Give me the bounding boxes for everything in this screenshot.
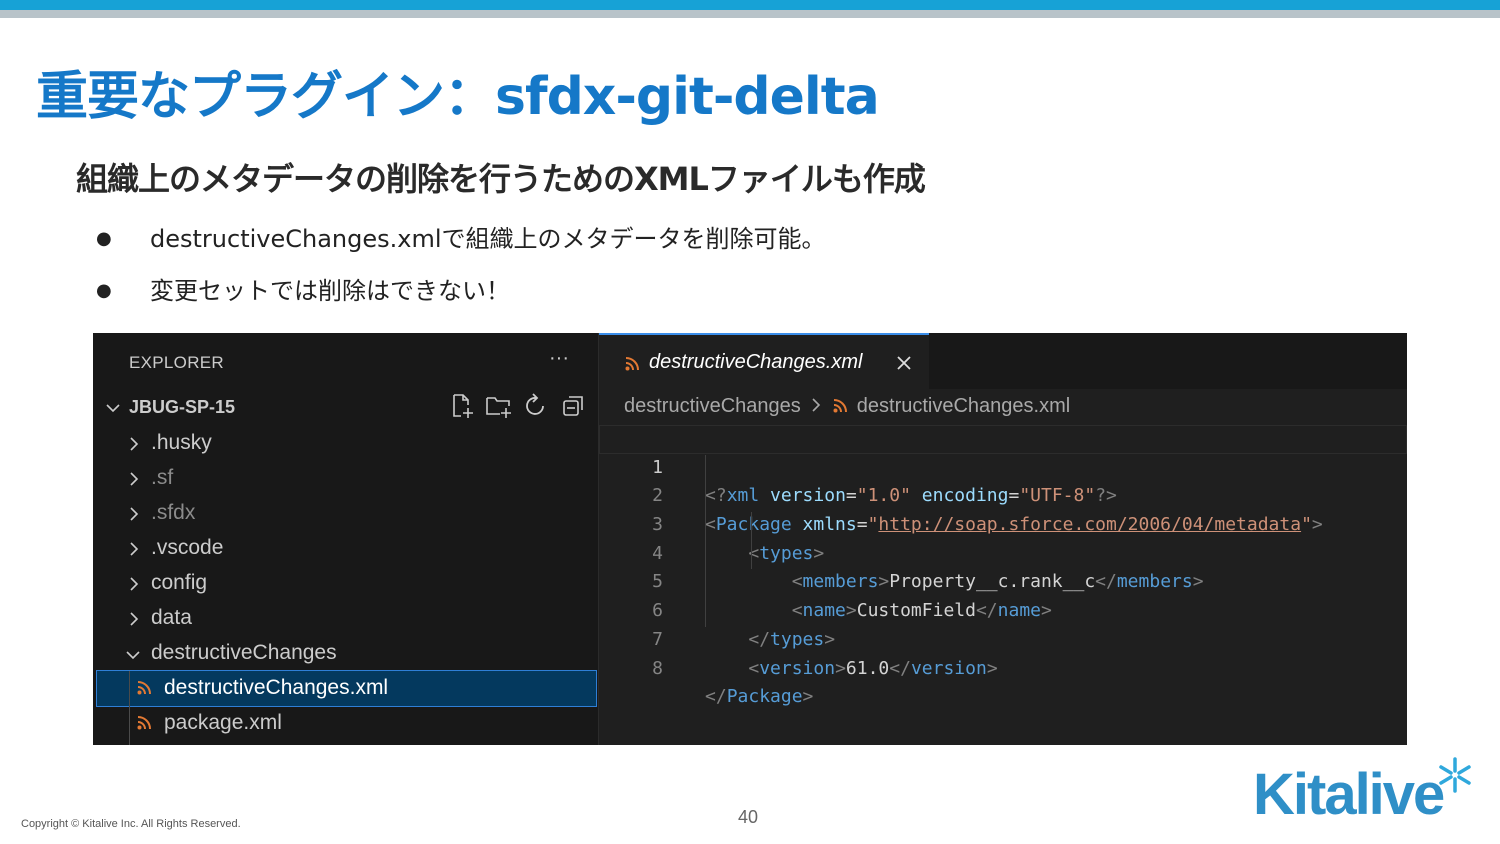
new-file-icon[interactable] bbox=[449, 393, 475, 419]
tree-item-label: .husky bbox=[151, 431, 212, 454]
code-line: 4 <members>Property__c.rank__c</members> bbox=[599, 511, 1407, 593]
code-line: 5 <name>CustomField</name> bbox=[599, 540, 1407, 621]
line-number: 8 bbox=[652, 657, 663, 679]
page-subtitle: 組織上のメタデータの削除を行うためのXMLファイルも作成 bbox=[76, 160, 926, 198]
chevron-right-icon bbox=[812, 398, 820, 412]
code-line: 1 <?xml version="1.0" encoding="UTF-8"?> bbox=[599, 425, 1407, 506]
top-gray-bar bbox=[0, 10, 1500, 18]
logo-text: Kitalive bbox=[1253, 762, 1445, 827]
refresh-icon[interactable] bbox=[523, 393, 549, 419]
new-folder-icon[interactable] bbox=[485, 393, 513, 419]
page-number: 40 bbox=[738, 807, 759, 827]
bullet-text: destructiveChanges.xmlで組織上のメタデータを削除可能。 bbox=[150, 225, 826, 253]
code-token: version bbox=[759, 657, 836, 679]
tree-item-label: package.xml bbox=[164, 711, 282, 734]
tree-item-label: .vscode bbox=[151, 536, 224, 559]
tree-item-husky[interactable]: .husky bbox=[93, 426, 598, 461]
copyright-text: Copyright © Kitalive Inc. All Rights Res… bbox=[21, 818, 241, 830]
collapse-all-icon[interactable] bbox=[561, 393, 587, 419]
code-line: 3 <types> bbox=[599, 482, 1407, 564]
tab-strip: destructiveChanges.xml bbox=[599, 333, 1407, 389]
bullet-list: ● destructiveChanges.xmlで組織上のメタデータを削除可能。 … bbox=[96, 222, 826, 326]
more-actions-button[interactable]: ··· bbox=[549, 347, 569, 370]
code-area[interactable]: 1 <?xml version="1.0" encoding="UTF-8"?>… bbox=[599, 425, 1407, 708]
breadcrumb: destructiveChanges destructiveChanges.xml bbox=[624, 395, 1070, 418]
tree-item-vscode[interactable]: .vscode bbox=[93, 531, 598, 566]
tree-item-data[interactable]: data bbox=[93, 601, 598, 636]
editor-pane: destructiveChanges.xml destructiveChange… bbox=[599, 333, 1407, 745]
code-token: version bbox=[910, 657, 987, 679]
tab-destructivechanges-xml[interactable]: destructiveChanges.xml bbox=[599, 333, 929, 389]
rss-xml-icon bbox=[137, 716, 151, 730]
code-line: 7 <version>61.0</version> bbox=[599, 597, 1407, 679]
project-header[interactable]: JBUG-SP-15 bbox=[105, 393, 595, 421]
bullet-text: 変更セットでは削除はできない！ bbox=[150, 277, 510, 305]
kitalive-logo: Kitalive bbox=[1253, 755, 1478, 827]
indent-guide bbox=[705, 455, 706, 627]
tree-item-label: .sf bbox=[151, 466, 174, 489]
close-icon[interactable] bbox=[895, 354, 913, 372]
bullet-icon: ● bbox=[96, 228, 112, 249]
bullet-item: ● 変更セットでは削除はできない！ bbox=[96, 274, 826, 326]
project-name: JBUG-SP-15 bbox=[129, 397, 236, 417]
chevron-right-icon bbox=[130, 507, 139, 521]
breadcrumb-folder[interactable]: destructiveChanges bbox=[624, 395, 801, 417]
explorer-title: EXPLORER bbox=[129, 353, 224, 372]
tab-label: destructiveChanges.xml bbox=[649, 351, 863, 373]
bullet-icon: ● bbox=[96, 280, 112, 301]
chevron-right-icon bbox=[130, 437, 139, 451]
tree-item-label: data bbox=[151, 606, 192, 629]
code-line: 6 </types> bbox=[599, 568, 1407, 650]
chevron-right-icon bbox=[130, 542, 139, 556]
tree-item-destructivechanges-xml[interactable]: destructiveChanges.xml bbox=[96, 670, 597, 707]
rss-xml-icon bbox=[137, 681, 151, 695]
explorer-sidebar: EXPLORER ··· JBUG-SP-15 .husky .sf .sfdx bbox=[93, 333, 599, 745]
tree-item-label: .sfdx bbox=[151, 501, 196, 524]
tree-item-sf[interactable]: .sf bbox=[93, 461, 598, 496]
page-title: 重要なプラグイン：sfdx-git-delta bbox=[36, 67, 880, 127]
tree-item-config[interactable]: config bbox=[93, 566, 598, 601]
code-line: 8 </Package> bbox=[599, 626, 1407, 708]
top-accent-bar bbox=[0, 0, 1500, 10]
vscode-screenshot: EXPLORER ··· JBUG-SP-15 .husky .sf .sfdx bbox=[93, 333, 1407, 745]
chevron-right-icon bbox=[130, 472, 139, 486]
chevron-right-icon bbox=[130, 612, 139, 626]
chevron-right-icon bbox=[130, 577, 139, 591]
chevron-down-icon bbox=[126, 651, 140, 660]
tree-item-destructivechanges-folder[interactable]: destructiveChanges bbox=[93, 636, 598, 671]
rss-xml-icon bbox=[625, 357, 639, 371]
tree-item-package-xml[interactable]: package.xml bbox=[93, 706, 598, 741]
code-line: 2 <Package xmlns="http://soap.sforce.com… bbox=[599, 454, 1407, 535]
breadcrumb-file[interactable]: destructiveChanges.xml bbox=[857, 395, 1070, 417]
tree-item-label: destructiveChanges bbox=[151, 641, 337, 664]
chevron-down-icon bbox=[106, 404, 120, 413]
tree-item-sfdx[interactable]: .sfdx bbox=[93, 496, 598, 531]
rss-xml-icon bbox=[833, 399, 847, 413]
asterisk-icon bbox=[1439, 757, 1471, 793]
tree-item-label: config bbox=[151, 571, 208, 594]
indent-guide bbox=[129, 671, 130, 745]
tree-item-label: destructiveChanges.xml bbox=[164, 676, 389, 699]
bullet-item: ● destructiveChanges.xmlで組織上のメタデータを削除可能。 bbox=[96, 222, 826, 274]
indent-guide bbox=[751, 512, 752, 569]
code-token: Package bbox=[726, 686, 803, 708]
code-token: 61.0 bbox=[845, 657, 890, 679]
